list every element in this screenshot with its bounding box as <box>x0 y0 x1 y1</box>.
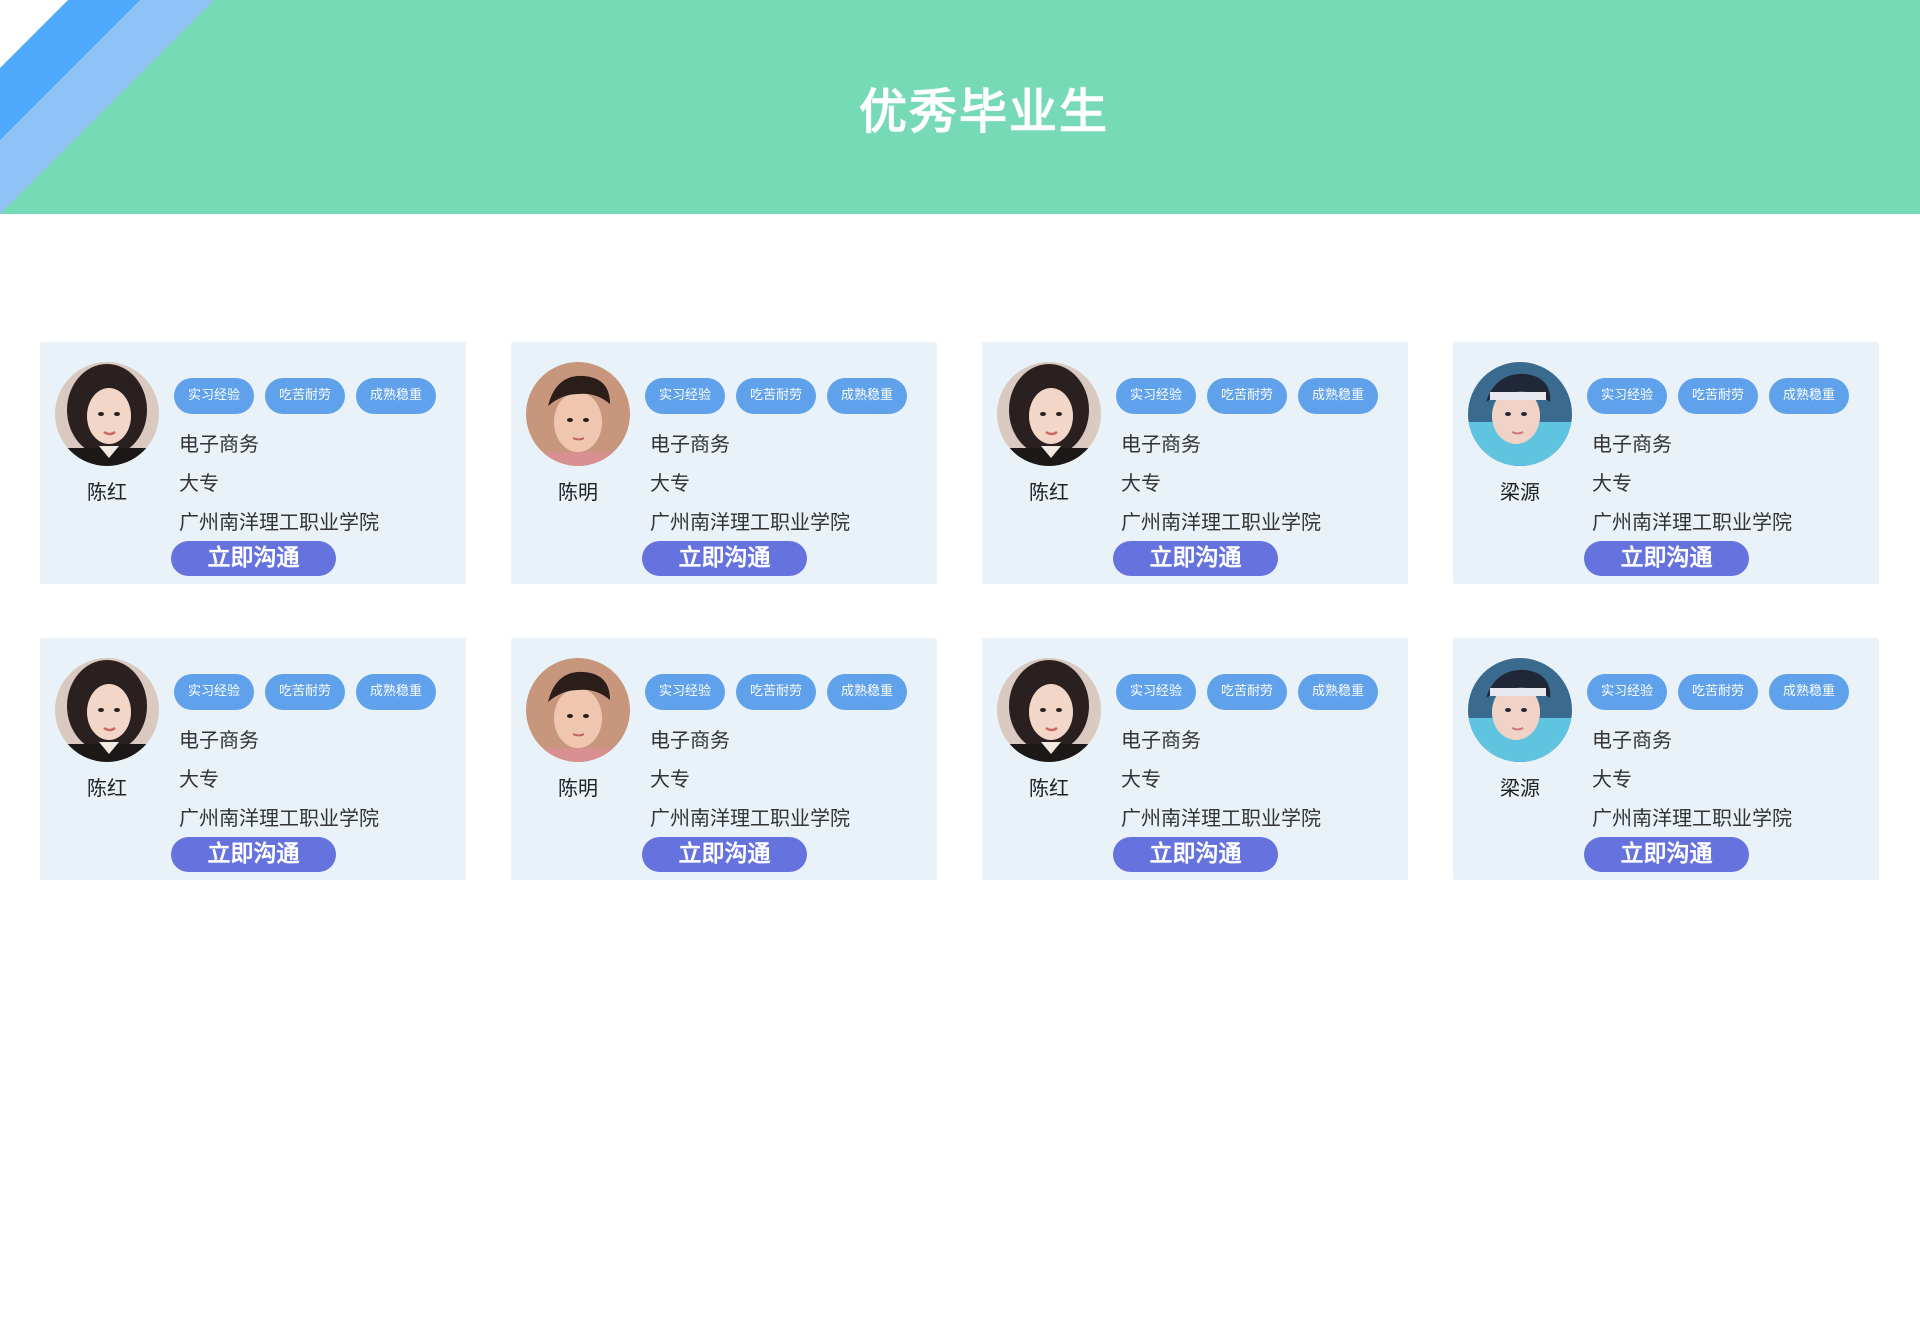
major-text: 电子商务 <box>650 432 730 456</box>
graduate-card: 陈红 实习经验 吃苦耐劳 成熟稳重电子商务大专广州南洋理工职业学院立即沟通 <box>40 342 466 584</box>
avatar <box>55 658 159 762</box>
graduate-name: 陈明 <box>558 480 598 504</box>
tag-badge: 实习经验 <box>174 378 255 414</box>
degree-text: 大专 <box>650 767 690 791</box>
chat-now-button[interactable]: 立即沟通 <box>171 541 336 576</box>
tag-list: 实习经验 吃苦耐劳 成熟稳重 <box>1116 378 1389 416</box>
chat-now-button[interactable]: 立即沟通 <box>171 837 336 872</box>
school-text: 广州南洋理工职业学院 <box>1592 806 1792 830</box>
female-portrait-icon <box>997 362 1101 466</box>
male-portrait-blue-icon <box>1468 658 1572 762</box>
chat-now-button[interactable]: 立即沟通 <box>1584 837 1749 872</box>
tag-badge: 吃苦耐劳 <box>736 674 817 710</box>
graduate-name: 陈红 <box>1029 480 1069 504</box>
graduate-card: 陈红 实习经验 吃苦耐劳 成熟稳重电子商务大专广州南洋理工职业学院立即沟通 <box>40 638 466 880</box>
chat-now-button[interactable]: 立即沟通 <box>1584 541 1749 576</box>
tag-badge: 实习经验 <box>645 674 726 710</box>
school-text: 广州南洋理工职业学院 <box>650 806 850 830</box>
graduate-card: 陈红 实习经验 吃苦耐劳 成熟稳重电子商务大专广州南洋理工职业学院立即沟通 <box>982 638 1408 880</box>
degree-text: 大专 <box>1121 767 1161 791</box>
tag-badge: 吃苦耐劳 <box>1678 378 1759 414</box>
tag-badge: 吃苦耐劳 <box>1678 674 1759 710</box>
major-text: 电子商务 <box>179 432 259 456</box>
graduate-card: 陈明 实习经验 吃苦耐劳 成熟稳重电子商务大专广州南洋理工职业学院立即沟通 <box>511 638 937 880</box>
chat-now-button[interactable]: 立即沟通 <box>642 541 807 576</box>
tag-list: 实习经验 吃苦耐劳 成熟稳重 <box>645 674 918 712</box>
tag-list: 实习经验 吃苦耐劳 成熟稳重 <box>1587 378 1860 416</box>
graduate-card: 梁源 实习经验 吃苦耐劳 成熟稳重电子商务大专广州南洋理工职业学院立即沟通 <box>1453 638 1879 880</box>
avatar <box>1468 362 1572 466</box>
school-text: 广州南洋理工职业学院 <box>650 510 850 534</box>
graduate-name: 陈红 <box>87 480 127 504</box>
page-title: 优秀毕业生 <box>858 84 1109 140</box>
tag-badge: 成熟稳重 <box>1298 378 1379 414</box>
tag-badge: 成熟稳重 <box>1769 378 1850 414</box>
degree-text: 大专 <box>1592 471 1632 495</box>
major-text: 电子商务 <box>1592 432 1672 456</box>
tag-badge: 实习经验 <box>1116 674 1197 710</box>
female-portrait-icon <box>997 658 1101 762</box>
tag-badge: 成熟稳重 <box>356 378 437 414</box>
major-text: 电子商务 <box>1121 728 1201 752</box>
degree-text: 大专 <box>1121 471 1161 495</box>
graduate-card: 梁源 实习经验 吃苦耐劳 成熟稳重电子商务大专广州南洋理工职业学院立即沟通 <box>1453 342 1879 584</box>
tag-badge: 吃苦耐劳 <box>1207 674 1288 710</box>
tag-badge: 吃苦耐劳 <box>265 378 346 414</box>
school-text: 广州南洋理工职业学院 <box>179 510 379 534</box>
tag-list: 实习经验 吃苦耐劳 成熟稳重 <box>1587 674 1860 712</box>
major-text: 电子商务 <box>650 728 730 752</box>
graduate-name: 梁源 <box>1500 480 1540 504</box>
tag-list: 实习经验 吃苦耐劳 成熟稳重 <box>645 378 918 416</box>
tag-badge: 吃苦耐劳 <box>736 378 817 414</box>
avatar <box>997 362 1101 466</box>
page-header: 优秀毕业生 <box>0 0 1920 214</box>
avatar <box>526 362 630 466</box>
tag-badge: 成熟稳重 <box>827 378 908 414</box>
tag-badge: 成熟稳重 <box>1769 674 1850 710</box>
degree-text: 大专 <box>1592 767 1632 791</box>
tag-badge: 吃苦耐劳 <box>265 674 346 710</box>
chat-now-button[interactable]: 立即沟通 <box>642 837 807 872</box>
chat-now-button[interactable]: 立即沟通 <box>1113 837 1278 872</box>
tag-badge: 成熟稳重 <box>356 674 437 710</box>
tag-list: 实习经验 吃苦耐劳 成熟稳重 <box>174 378 447 416</box>
female-portrait-icon <box>55 658 159 762</box>
graduate-card: 陈红 实习经验 吃苦耐劳 成熟稳重电子商务大专广州南洋理工职业学院立即沟通 <box>982 342 1408 584</box>
graduate-name: 梁源 <box>1500 776 1540 800</box>
graduate-card: 陈明 实习经验 吃苦耐劳 成熟稳重电子商务大专广州南洋理工职业学院立即沟通 <box>511 342 937 584</box>
tag-badge: 成熟稳重 <box>1298 674 1379 710</box>
degree-text: 大专 <box>650 471 690 495</box>
graduate-name: 陈红 <box>87 776 127 800</box>
tag-badge: 实习经验 <box>1116 378 1197 414</box>
major-text: 电子商务 <box>1592 728 1672 752</box>
school-text: 广州南洋理工职业学院 <box>179 806 379 830</box>
degree-text: 大专 <box>179 471 219 495</box>
avatar <box>526 658 630 762</box>
male-portrait-icon <box>526 362 630 466</box>
major-text: 电子商务 <box>179 728 259 752</box>
tag-badge: 成熟稳重 <box>827 674 908 710</box>
tag-badge: 实习经验 <box>1587 378 1668 414</box>
chat-now-button[interactable]: 立即沟通 <box>1113 541 1278 576</box>
graduate-name: 陈红 <box>1029 776 1069 800</box>
tag-badge: 实习经验 <box>1587 674 1668 710</box>
avatar <box>55 362 159 466</box>
tag-badge: 实习经验 <box>645 378 726 414</box>
avatar <box>1468 658 1572 762</box>
male-portrait-icon <box>526 658 630 762</box>
degree-text: 大专 <box>179 767 219 791</box>
male-portrait-blue-icon <box>1468 362 1572 466</box>
tag-badge: 吃苦耐劳 <box>1207 378 1288 414</box>
tag-list: 实习经验 吃苦耐劳 成熟稳重 <box>1116 674 1389 712</box>
school-text: 广州南洋理工职业学院 <box>1121 806 1321 830</box>
female-portrait-icon <box>55 362 159 466</box>
tag-list: 实习经验 吃苦耐劳 成熟稳重 <box>174 674 447 712</box>
avatar <box>997 658 1101 762</box>
tag-badge: 实习经验 <box>174 674 255 710</box>
school-text: 广州南洋理工职业学院 <box>1121 510 1321 534</box>
graduate-name: 陈明 <box>558 776 598 800</box>
major-text: 电子商务 <box>1121 432 1201 456</box>
school-text: 广州南洋理工职业学院 <box>1592 510 1792 534</box>
